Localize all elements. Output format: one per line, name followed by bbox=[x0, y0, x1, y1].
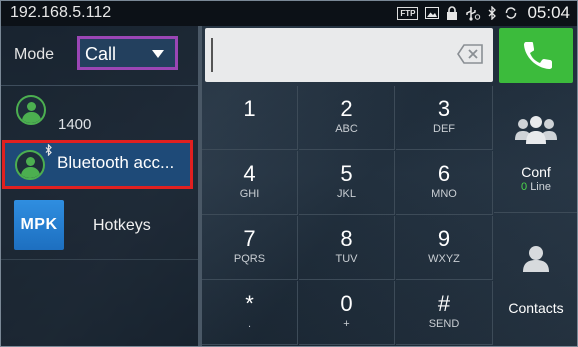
mode-selected-value: Call bbox=[85, 44, 117, 64]
dialer-screen: 192.168.5.112 FTP 05:04 Mode Call 1400 B… bbox=[0, 0, 578, 347]
key-digit: 2 bbox=[340, 96, 353, 121]
key-digit: 6 bbox=[437, 161, 451, 186]
status-bar: 192.168.5.112 FTP 05:04 bbox=[0, 0, 578, 26]
backspace-icon[interactable] bbox=[457, 44, 483, 64]
key-letters: SEND bbox=[428, 318, 460, 330]
mode-label: Mode bbox=[14, 46, 55, 63]
account-label: Bluetooth acc... bbox=[57, 153, 175, 172]
chevron-down-icon bbox=[152, 50, 164, 58]
bluetooth-icon bbox=[45, 143, 53, 159]
phone-icon bbox=[524, 42, 552, 69]
hotkeys-label: Hotkeys bbox=[93, 217, 151, 234]
usb-icon bbox=[465, 6, 481, 21]
conference-line-count: 0 Line bbox=[521, 181, 551, 193]
hotkeys-item[interactable]: MPK Hotkeys bbox=[0, 196, 198, 256]
dial-keypad: 1 2 ABC 3 DEF 4 GHI 5 JKL 6 MNO 7 PQRS 8 TUV 9 WXYZ *. 0 + #… bbox=[202, 86, 494, 347]
contacts-button[interactable]: Contacts bbox=[494, 214, 578, 347]
call-button[interactable] bbox=[499, 28, 573, 83]
clock: 05:04 bbox=[527, 3, 570, 22]
key-letters: PQRS bbox=[233, 253, 266, 265]
key-letters: . bbox=[247, 318, 252, 330]
key-digit: 3 bbox=[437, 96, 451, 121]
key-digit: 7 bbox=[243, 226, 256, 251]
sync-icon bbox=[504, 6, 518, 20]
image-icon bbox=[425, 7, 440, 19]
lock-icon bbox=[446, 6, 458, 20]
key-digit: 9 bbox=[437, 226, 451, 251]
conference-label: Conf bbox=[521, 164, 551, 180]
contact-avatar-icon bbox=[15, 150, 45, 180]
key-9[interactable]: 9 WXYZ bbox=[396, 216, 493, 280]
divider bbox=[0, 85, 198, 86]
key-digit: 5 bbox=[340, 161, 353, 186]
ftp-icon: FTP bbox=[397, 6, 419, 20]
key-digit: # bbox=[437, 291, 451, 316]
account-item-bluetooth[interactable]: Bluetooth acc... bbox=[2, 140, 193, 189]
key-letters: ABC bbox=[335, 123, 358, 135]
key-letters: MNO bbox=[431, 188, 457, 200]
account-item-1400[interactable]: 1400 bbox=[0, 89, 198, 137]
key-digit: 1 bbox=[243, 96, 256, 121]
ftp-badge-label: FTP bbox=[397, 6, 419, 20]
text-cursor bbox=[211, 38, 213, 72]
key-2[interactable]: 2 ABC bbox=[299, 86, 395, 150]
account-panel: Mode Call 1400 Bluetooth acc... MPK Hotk… bbox=[0, 26, 198, 347]
contacts-icon bbox=[523, 246, 549, 272]
key-8[interactable]: 8 TUV bbox=[299, 216, 395, 280]
key-digit: * bbox=[245, 291, 254, 316]
key-digit: 4 bbox=[243, 161, 256, 186]
key-5[interactable]: 5 JKL bbox=[299, 151, 395, 215]
conference-icon bbox=[515, 116, 557, 144]
account-label: 1400 bbox=[58, 116, 92, 133]
key-6[interactable]: 6 MNO bbox=[396, 151, 493, 215]
contact-avatar-icon bbox=[16, 95, 46, 125]
key-0[interactable]: 0 + bbox=[299, 281, 395, 345]
key-3[interactable]: 3 DEF bbox=[396, 86, 493, 150]
mode-row: Mode Call bbox=[0, 26, 198, 84]
key-digit: 8 bbox=[340, 226, 353, 251]
status-icons: FTP 05:04 bbox=[397, 3, 570, 23]
key-star[interactable]: *. bbox=[202, 281, 298, 345]
key-letters: + bbox=[343, 318, 350, 330]
key-letters: DEF bbox=[433, 123, 455, 135]
key-4[interactable]: 4 GHI bbox=[202, 151, 298, 215]
key-letters: GHI bbox=[239, 188, 260, 200]
key-hash[interactable]: # SEND bbox=[396, 281, 493, 345]
divider bbox=[0, 259, 198, 260]
contacts-label: Contacts bbox=[508, 300, 564, 316]
ip-address: 192.168.5.112 bbox=[10, 4, 112, 21]
key-letters: WXYZ bbox=[428, 253, 460, 265]
dial-number-input[interactable] bbox=[205, 28, 493, 82]
key-digit: 0 bbox=[340, 291, 353, 316]
key-letters: TUV bbox=[335, 253, 358, 265]
key-1[interactable]: 1 bbox=[202, 86, 298, 150]
bluetooth-icon bbox=[488, 6, 497, 20]
conference-button[interactable]: Conf 0 Line bbox=[494, 86, 578, 213]
key-7[interactable]: 7 PQRS bbox=[202, 216, 298, 280]
key-letters: JKL bbox=[337, 188, 356, 200]
side-actions: Conf 0 Line Contacts bbox=[494, 86, 578, 347]
mpk-icon: MPK bbox=[14, 200, 64, 250]
mode-dropdown[interactable]: Call bbox=[77, 36, 178, 70]
